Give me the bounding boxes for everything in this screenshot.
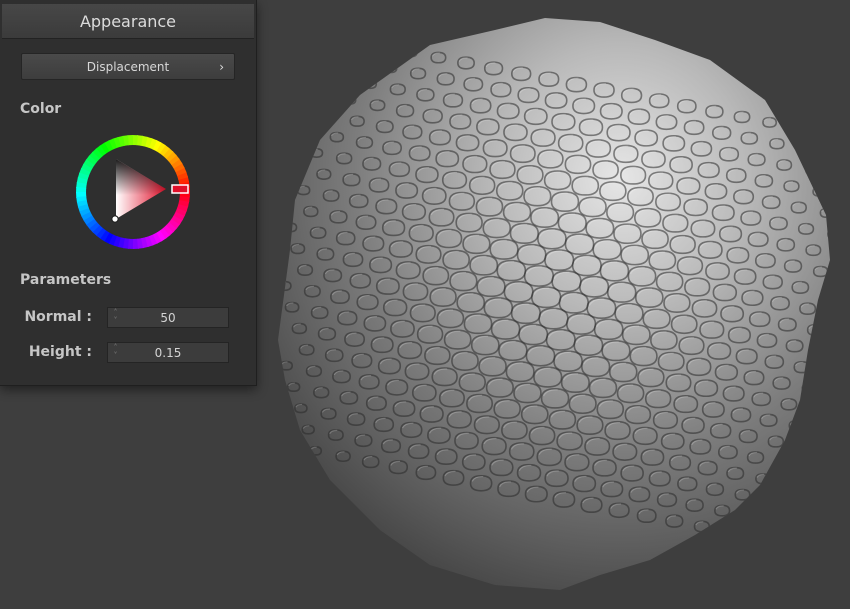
color-wheel[interactable]: [74, 133, 192, 251]
dropdown-label: Displacement: [86, 60, 170, 74]
textured-sphere[interactable]: [278, 18, 841, 590]
normal-spinbox[interactable]: ˄ ˅ 50: [107, 307, 229, 328]
chevron-right-icon: ›: [219, 60, 224, 74]
panel-title: Appearance: [2, 4, 254, 39]
normal-value: 50: [160, 311, 176, 325]
hue-selector-handle[interactable]: [171, 184, 189, 194]
color-section-label: Color: [20, 101, 62, 117]
height-value: 0.15: [154, 346, 182, 360]
normal-label: Normal :: [24, 309, 92, 325]
displacement-dropdown[interactable]: Displacement ›: [21, 53, 235, 80]
color-picker-handle[interactable]: [111, 215, 119, 223]
parameters-section-label: Parameters: [20, 272, 112, 288]
height-spinbox[interactable]: ˄ ˅ 0.15: [107, 342, 229, 363]
appearance-panel: Appearance Displacement › Color Paramete…: [0, 0, 257, 386]
height-label: Height :: [28, 344, 92, 360]
